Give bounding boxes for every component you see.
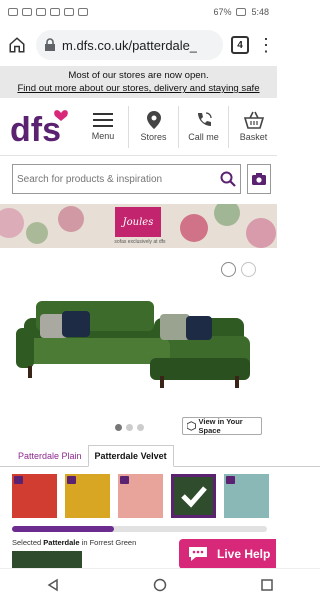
notice-text: Most of our stores are now open.	[68, 70, 209, 81]
camera-icon	[14, 476, 23, 484]
home-button[interactable]	[6, 34, 28, 56]
hamburger-menu-icon	[93, 113, 113, 127]
browser-toolbar: m.dfs.co.uk/patterdale_ 4 ⋮	[0, 24, 277, 66]
store-notice: Most of our stores are now open. Find ou…	[0, 66, 277, 98]
joules-banner[interactable]: Joules sofas exclusively at dfs	[0, 204, 277, 248]
view-in-space-label: View in Your Space	[198, 417, 243, 435]
wifi-icon	[36, 8, 46, 16]
camera-icon	[67, 476, 76, 484]
tab-patterdale-velvet[interactable]: Patterdale Velvet	[87, 445, 174, 467]
zoom-in-icon[interactable]	[221, 262, 236, 277]
visual-search-button[interactable]	[247, 164, 271, 194]
signal-icon	[22, 8, 32, 16]
clock: 5:48	[251, 7, 269, 17]
gallery-dot[interactable]	[115, 424, 122, 431]
vibrate-icon	[78, 8, 88, 16]
view-in-space-button[interactable]: View in Your Space	[182, 417, 262, 435]
selected-colour: in Forrest Green	[81, 538, 137, 547]
call-me-label: Call me	[188, 132, 219, 142]
phone-call-icon	[197, 112, 212, 126]
alarm-icon	[50, 8, 60, 16]
camera-icon	[120, 476, 129, 484]
recents-icon[interactable]	[260, 578, 274, 592]
search-box	[12, 164, 241, 194]
cube-ar-icon	[187, 421, 196, 431]
fabric-tabs: Patterdale Plain Patterdale Velvet	[0, 445, 320, 467]
live-help-label: Live Help	[217, 547, 271, 561]
nfc-icon	[8, 8, 18, 16]
swatch-forrest-green[interactable]	[171, 474, 216, 518]
search-input[interactable]	[17, 173, 220, 185]
gallery-dots	[115, 424, 144, 431]
notice-link[interactable]: Find out more about our stores, delivery…	[4, 82, 273, 95]
zoom-out-icon[interactable]	[241, 262, 256, 277]
status-left-icons	[8, 8, 88, 16]
flower-decoration	[214, 204, 240, 226]
basket-button[interactable]: Basket	[228, 105, 278, 148]
stores-label: Stores	[140, 132, 167, 142]
banner-subtext: sofas exclusively at dfs	[114, 239, 166, 245]
battery-percent: 67%	[213, 7, 232, 17]
menu-label: Menu	[91, 131, 115, 141]
camera-icon	[252, 173, 266, 185]
product-gallery[interactable]: View in Your Space	[0, 256, 277, 435]
logo-text: dfs	[10, 111, 61, 149]
status-bar: 67% 5:48	[0, 0, 277, 24]
home-circle-icon[interactable]	[153, 578, 167, 592]
header-nav: Menu Stores Call me Basket	[78, 105, 278, 148]
flower-decoration	[246, 218, 276, 248]
dfs-logo[interactable]: dfs	[8, 105, 78, 149]
live-help-button[interactable]: Live Help	[179, 539, 276, 569]
menu-button[interactable]: Menu	[78, 106, 128, 148]
gallery-dot[interactable]	[126, 424, 133, 431]
flower-decoration	[58, 206, 84, 232]
gallery-dot[interactable]	[137, 424, 144, 431]
sofa-image	[16, 301, 250, 388]
flower-decoration	[26, 222, 48, 244]
swatch-teal[interactable]	[224, 474, 269, 518]
checkmark-icon	[181, 486, 207, 508]
stores-button[interactable]: Stores	[128, 105, 178, 148]
selected-product: Patterdale	[43, 538, 80, 547]
android-nav-bar	[0, 568, 320, 600]
camera-icon	[226, 476, 235, 484]
swatch-scroll-bar[interactable]	[12, 526, 267, 532]
chat-bubble-icon	[189, 547, 207, 561]
address-bar[interactable]: m.dfs.co.uk/patterdale_	[36, 30, 223, 60]
flower-decoration	[0, 208, 24, 238]
flower-decoration	[180, 214, 208, 242]
location-pin-icon	[146, 111, 161, 129]
tab-switcher-button[interactable]: 4	[231, 36, 249, 54]
swatch-pink[interactable]	[118, 474, 163, 518]
basket-icon	[243, 111, 264, 129]
more-options-icon[interactable]: ⋮	[257, 36, 275, 54]
joules-logo: Joules	[115, 207, 161, 237]
search-icon[interactable]	[220, 171, 236, 187]
back-icon[interactable]	[46, 578, 60, 592]
call-me-button[interactable]: Call me	[178, 105, 228, 148]
swatch-mustard[interactable]	[65, 474, 110, 518]
home-icon	[9, 37, 25, 53]
battery-icon	[236, 8, 247, 16]
lock-icon	[45, 38, 55, 51]
site-header: dfs Menu Stores Call me Basket	[0, 98, 277, 156]
swatch-red[interactable]	[12, 474, 57, 518]
selected-prefix: Selected	[12, 538, 42, 547]
url-text: m.dfs.co.uk/patterdale_	[62, 37, 198, 53]
basket-label: Basket	[239, 132, 268, 142]
selected-colour-text: Selected Patterdale in Forrest Green	[12, 538, 136, 547]
search-bar	[12, 164, 271, 194]
tab-patterdale-plain[interactable]: Patterdale Plain	[12, 445, 88, 466]
colour-swatches	[12, 474, 269, 518]
scroll-bar-thumb[interactable]	[12, 526, 114, 532]
bluetooth-icon	[64, 8, 74, 16]
